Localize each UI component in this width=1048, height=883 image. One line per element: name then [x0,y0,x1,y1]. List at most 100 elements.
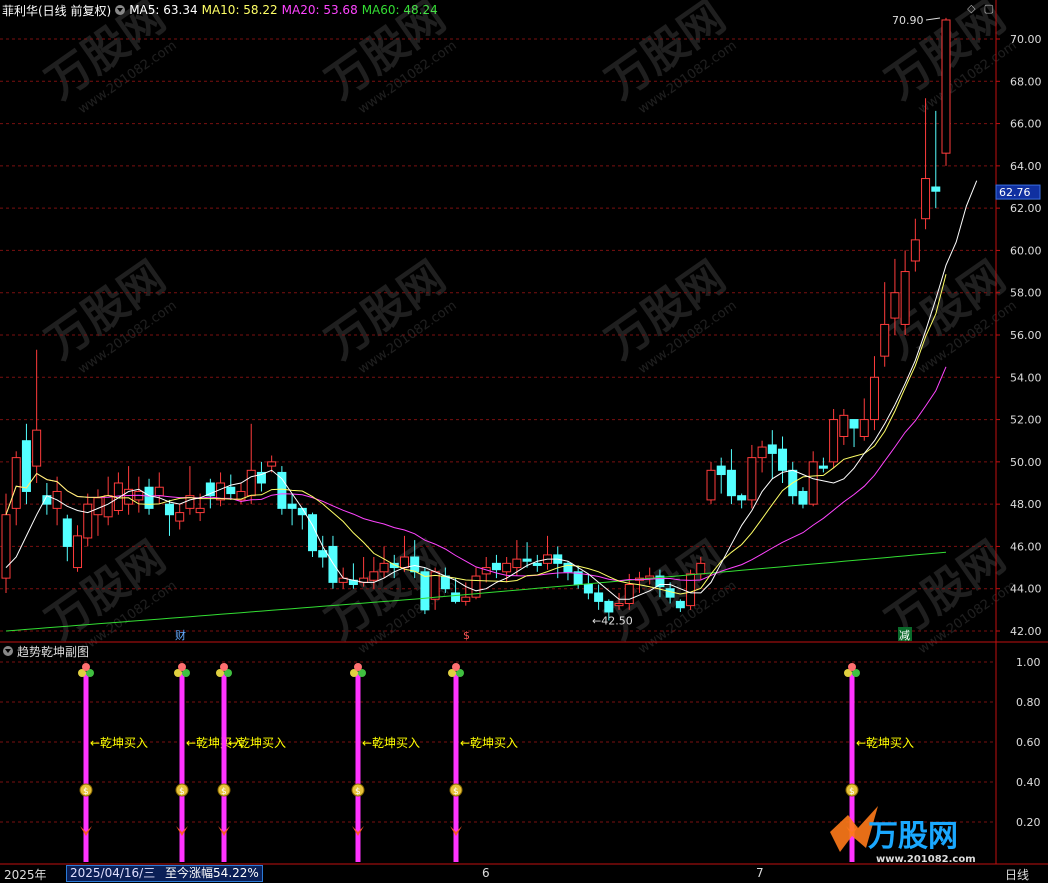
buy-signal: $←乾坤买入 [448,663,518,862]
price-tick-label: 66.00 [1010,118,1042,131]
signal-dot-red [452,663,460,671]
candle-body [665,588,675,598]
indicator-dropdown-icon[interactable] [3,646,13,656]
ma5-line [5,180,978,600]
candle-body [1,514,11,579]
candle-body [757,446,767,459]
month-6-label: 6 [482,866,490,880]
price-tick-label: 54.00 [1010,371,1042,384]
candle [910,218,920,272]
candle [21,423,31,505]
candle-body [675,600,685,609]
candle-body [900,271,910,325]
watermark: 万股网www.201082.com [317,532,460,658]
year-label: 2025年 [4,868,47,882]
month-7-label: 7 [756,866,764,880]
signal-dot-red [82,663,90,671]
candle-body [420,571,430,611]
money-bag-symbol: $ [83,787,89,797]
candle [103,476,113,526]
period-label[interactable]: 日线 [1005,866,1029,883]
candle-body [522,558,532,562]
buy-signal: $←乾坤买入 [216,663,286,862]
candle-body [451,592,461,602]
candle [185,466,195,515]
money-bag-symbol: $ [179,787,185,797]
candle-body [154,486,164,497]
buy-signal-label: ←乾坤买入 [460,735,518,750]
candle-body [808,461,818,505]
candle-body [880,323,890,357]
candle [778,436,788,483]
price-axis: 70.00 68.00 66.00 64.00 62.00 60.00 58.00 56.00… [0,0,1048,865]
candle-body [83,503,93,539]
candle-body [931,186,941,192]
candle [737,493,747,509]
candle-body [216,482,226,501]
buy-signal: $←乾坤买入 [174,663,244,862]
price-tick-label: 70.00 [1010,33,1042,46]
candle-body [726,469,736,497]
candle-body [716,465,726,476]
candle-body [369,571,379,581]
candle [880,282,890,367]
signal-dot-red [178,663,186,671]
candle-body [62,518,72,547]
price-tick-label: 50.00 [1010,456,1042,469]
watermark: 万股网www.201082.com [597,252,740,378]
candle-body [910,239,920,262]
candle [256,461,266,492]
price-tick-label: 52.00 [1010,414,1042,427]
signal-tick-label: 0.60 [1016,736,1041,749]
candle-body [829,419,839,463]
candle-body [11,457,21,509]
candle-body [696,562,706,575]
indicator-title[interactable]: 趋势乾坤副图 [17,643,89,660]
watermark: 万股网www.201082.com [317,252,460,378]
candle [798,487,808,509]
watermark: 万股网www.201082.com [37,252,180,378]
logo-name: 万股网 [868,819,958,854]
price-tick-label: 64.00 [1010,160,1042,173]
price-tick-label: 58.00 [1010,287,1042,300]
cursor-change: 至今涨幅54.22% [165,866,259,880]
price-tick-label: 62.00 [1010,202,1042,215]
candle-body [267,461,277,467]
candle-body [93,497,103,516]
candle-body [941,19,951,154]
signal-dot-red [354,663,362,671]
candle-body [624,583,634,605]
candle [859,398,869,441]
signal-tick-label: 0.20 [1016,816,1041,829]
candle-body [532,562,542,566]
candle-body [410,556,420,573]
candle-body [164,503,174,516]
money-badge: $ [463,629,470,642]
candle [42,483,52,515]
money-bag-symbol: $ [221,787,227,797]
buy-signal: $←乾坤买入 [350,663,420,862]
candle-body [277,471,287,509]
candle [706,461,716,505]
candle [921,98,931,230]
candle [175,504,185,530]
candle [73,525,83,572]
buy-signal-label: ←乾坤买入 [856,735,914,750]
candle [308,512,318,557]
candle-body [502,562,512,573]
candle [164,499,174,536]
candle-body [594,592,604,602]
candle [83,493,93,547]
candle [767,430,777,479]
candle-body [686,573,696,607]
low-price-label: ←42.50 [592,614,633,627]
candle [246,423,256,505]
candle-body [328,545,338,583]
candle-body [103,495,113,518]
watermark: 万股网www.201082.com [877,532,1020,658]
candle-body [461,596,471,602]
price-tick-label: 68.00 [1010,75,1042,88]
price-tick-label: 48.00 [1010,498,1042,511]
price-tick-label: 46.00 [1010,540,1042,553]
signal-tick-label: 1.00 [1016,656,1041,669]
